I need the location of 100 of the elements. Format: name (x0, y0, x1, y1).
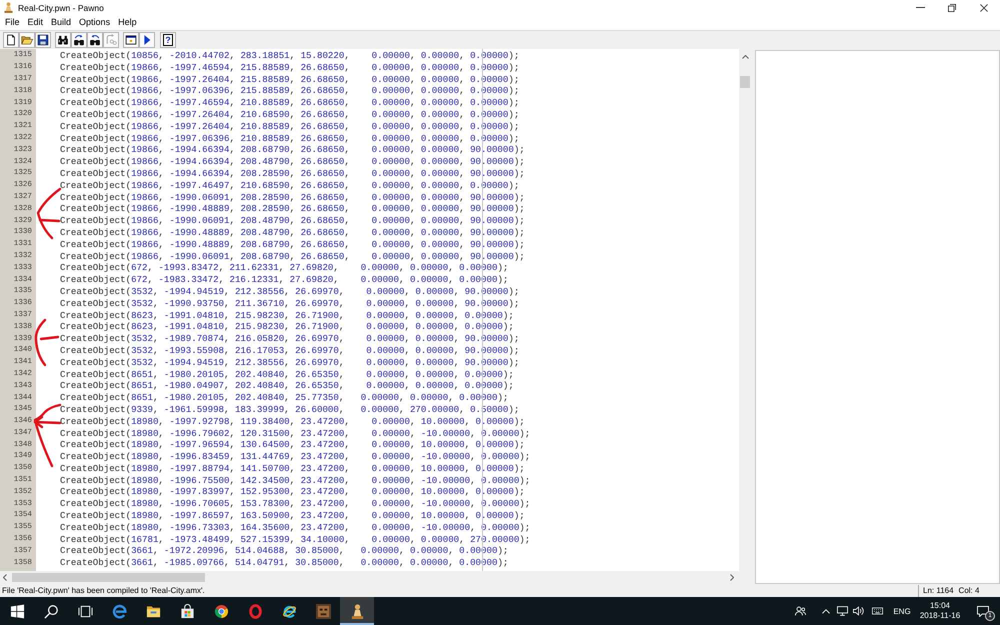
task-view-icon (78, 604, 92, 618)
code-line: CreateObject(18980, -1996.75500, 142.34500, 23.47200, 0.00000, -10.00000, 0.00000); (60, 474, 530, 486)
e-logo-icon (112, 604, 126, 618)
toolbar-button[interactable] (35, 32, 51, 48)
binoculars-arrow-icon (89, 34, 101, 46)
code-line: CreateObject(19866, -1997.46594, 210.88589, 26.68650, 0.00000, 0.00000, 0.00000); (60, 97, 520, 109)
code-line: CreateObject(672, -1993.83472, 211.62331, 27.69820, 0.00000, 0.00000, 0.00000); (60, 262, 508, 274)
column-position: Col: 4 (958, 586, 980, 595)
chevron-up-icon (822, 608, 830, 614)
code-line: CreateObject(19866, -1994.66394, 208.68790, 26.68650, 0.00000, 0.00000, 90.00000); (60, 144, 525, 156)
code-line: CreateObject(8623, -1991.04810, 215.98230, 26.71900, 0.00000, 0.00000, 0.00000); (60, 310, 514, 322)
binoculars-icon (57, 34, 69, 46)
code-line: CreateObject(19866, -1997.26404, 210.68590, 26.68650, 0.00000, 0.00000, 0.00000); (60, 108, 520, 121)
code-line: CreateObject(8623, -1991.04810, 215.98230, 26.71900, 0.00000, 0.00000, 0.00000); (60, 321, 514, 334)
line-position: Ln: 1164 (923, 586, 954, 595)
code-line: CreateObject(3532, -1990.93750, 211.36710, 26.69970, 0.00000, 0.00000, 90.00000); (60, 298, 520, 310)
scrollbar-thumb[interactable] (12, 573, 205, 582)
code-line: CreateObject(16781, -1973.48499, 527.15399, 34.10000, 0.00000, 0.00000, 270.00000); (60, 534, 530, 546)
menu-item[interactable]: Build (47, 16, 76, 29)
keyboard-icon (872, 606, 882, 616)
code-line: CreateObject(8651, -1980.04907, 202.40840, 26.65350, 0.00000, 0.00000, 0.00000); (60, 380, 514, 392)
toolbar-button[interactable] (3, 32, 19, 48)
segmented-circle-icon (214, 604, 228, 618)
hand-drawn-arrow (34, 404, 62, 468)
code-line: CreateObject(18980, -1996.70605, 153.78300, 23.47200, 0.00000, -10.00000, 0.00000); (60, 498, 530, 510)
code-line: CreateObject(19866, -1990.06091, 208.68790, 26.68650, 0.00000, 0.00000, 90.00000); (60, 250, 525, 262)
code-line: CreateObject(18980, -1996.83459, 131.44769, 23.47200, 0.00000, -10.00000, 0.00000); (60, 451, 530, 463)
language-indicator[interactable]: ENG (890, 597, 914, 625)
image-icon (316, 604, 330, 618)
code-line: CreateObject(19866, -1997.06396, 215.88589, 26.68650, 0.00000, 0.00000, 0.00000); (60, 85, 520, 98)
scroll-right-icon[interactable] (730, 574, 734, 581)
code-editor[interactable] (0, 49, 739, 571)
figure-icon (4, 2, 13, 13)
code-line: CreateObject(3532, -1994.94519, 212.38556, 26.69970, 0.00000, 0.00000, 90.00000); (60, 286, 520, 298)
code-line: CreateObject(10856, -2010.44702, 283.18851, 15.80220, 0.00000, 0.00000, 0.00000); (60, 50, 520, 62)
status-message: File 'Real-City.pwn' has been compiled to 'Real-City.amx'. (1, 586, 205, 595)
code-line: CreateObject(19866, -1997.46594, 215.88589, 26.68650, 0.00000, 0.00000, 0.00000); (60, 62, 520, 74)
menu-item[interactable]: File (1, 16, 24, 29)
toolbar-button[interactable] (19, 32, 35, 48)
code-line: CreateObject(8651, -1980.20105, 202.40840, 26.65350, 0.00000, 0.00000, 0.00000); (60, 368, 514, 380)
code-line: CreateObject(18980, -1997.96594, 130.64500, 23.47200, 0.00000, 10.00000, 0.00000); (60, 439, 525, 452)
curved-arrow-icon (105, 34, 117, 46)
scrollbar-thumb[interactable] (740, 76, 750, 88)
close-icon (980, 4, 988, 12)
taskbar-app[interactable] (340, 597, 374, 625)
folder-icon (21, 34, 33, 46)
toolbar-button[interactable] (55, 32, 71, 48)
code-line: CreateObject(19866, -1997.26404, 210.88589, 26.68650, 0.00000, 0.00000, 0.00000); (60, 120, 520, 133)
code-line: CreateObject(18980, -1997.88794, 141.50700, 23.47200, 0.00000, 10.00000, 0.00000); (60, 462, 525, 475)
toolbar-button[interactable] (139, 32, 155, 48)
menu-item[interactable]: Help (114, 16, 141, 29)
people-icon (794, 606, 806, 616)
folder-icon (146, 604, 160, 618)
code-line: CreateObject(19866, -1997.46497, 210.68590, 26.68650, 0.00000, 0.00000, 0.00000); (60, 180, 520, 192)
notification-icon[interactable] (977, 606, 989, 616)
restore-icon (948, 4, 956, 12)
minimize-icon (916, 7, 924, 8)
code-line: CreateObject(19866, -1997.26404, 215.88589, 26.68650, 0.00000, 0.00000, 0.00000); (60, 74, 520, 86)
code-line: CreateObject(18980, -1996.73303, 164.35600, 23.47200, 0.00000, -10.00000, 0.00000); (60, 522, 530, 534)
code-line: CreateObject(672, -1983.33472, 216.12331, 27.69820, 0.00000, 0.00000, 0.00000); (60, 274, 508, 286)
binoculars-arrow-icon (73, 34, 85, 46)
start-icon (10, 604, 24, 618)
code-line: CreateObject(19866, -1997.06396, 210.88589, 26.68650, 0.00000, 0.00000, 0.00000); (60, 132, 520, 144)
toolbar-button[interactable] (71, 32, 87, 48)
toolbar-button[interactable] (123, 32, 139, 48)
figure-icon (350, 604, 364, 618)
clock-time[interactable]: 15:04 (930, 601, 950, 611)
menu-item[interactable]: Options (75, 16, 114, 29)
search-icon (44, 604, 58, 618)
code-line: CreateObject(19866, -1990.06091, 208.28590, 26.68650, 0.00000, 0.00000, 90.00000); (60, 192, 525, 204)
code-line: CreateObject(19866, -1990.06091, 208.48790, 26.68650, 0.00000, 0.00000, 90.00000); (60, 215, 525, 227)
code-line: CreateObject(19866, -1990.48889, 208.28590, 26.68650, 0.00000, 0.00000, 90.00000); (60, 203, 525, 216)
code-line: CreateObject(3661, -1985.09766, 514.04791, 30.85000, 0.00000, 0.00000, 0.00000); (60, 557, 508, 570)
toolbar-button[interactable]: ? (160, 32, 176, 48)
network-icon (836, 606, 848, 616)
code-line: CreateObject(3532, -1993.55908, 216.17053, 26.69970, 0.00000, 0.00000, 90.00000); (60, 344, 520, 357)
code-line: CreateObject(3532, -1994.94519, 212.38556, 26.69970, 0.00000, 0.00000, 90.00000); (60, 356, 520, 369)
code-line: CreateObject(3661, -1972.20996, 514.04688, 30.85000, 0.00000, 0.00000, 0.00000); (60, 545, 508, 558)
code-line: CreateObject(8651, -1980.20105, 202.40840, 25.77350, 0.00000, 0.00000, 0.00000); (60, 392, 508, 404)
code-line: CreateObject(18980, -1997.83997, 152.95300, 23.47200, 0.00000, 10.00000, 0.00000); (60, 486, 525, 498)
clock-date[interactable]: 2018-11-16 (920, 611, 960, 621)
menu-item[interactable]: Edit (24, 16, 48, 29)
ring-icon (248, 604, 262, 618)
code-line: CreateObject(18980, -1996.79602, 120.31500, 23.47200, 0.00000, -10.00000, 0.00000); (60, 428, 530, 440)
code-line: CreateObject(19866, -1994.66394, 208.48790, 26.68650, 0.00000, 0.00000, 90.00000); (60, 156, 525, 168)
new-file-icon (5, 34, 17, 46)
code-line: CreateObject(9339, -1961.59998, 183.39999, 26.60000, 0.00000, 270.00000, 0.50000); (60, 404, 520, 416)
scroll-left-icon[interactable] (3, 574, 7, 581)
toolbar-button[interactable] (87, 32, 103, 48)
code-line: CreateObject(19866, -1994.66394, 208.28590, 26.68650, 0.00000, 0.00000, 90.00000); (60, 168, 525, 180)
volume-icon (852, 606, 864, 616)
e-ring-icon (282, 604, 296, 618)
window-title: Real-City.pwn - Pawno (18, 2, 104, 12)
scroll-up-icon[interactable] (742, 55, 748, 59)
shopping-bag-icon (180, 604, 194, 618)
code-line: CreateObject(3532, -1989.70874, 216.05820, 26.69970, 0.00000, 0.00000, 90.00000); (60, 333, 520, 345)
code-line: CreateObject(18980, -1997.92798, 119.38400, 23.47200, 0.00000, 10.00000, 0.00000); (60, 416, 525, 428)
code-line: CreateObject(18980, -1997.86597, 163.50900, 23.47200, 0.00000, 10.00000, 0.00000); (60, 510, 525, 522)
window-icon (125, 34, 137, 46)
code-line: CreateObject(19866, -1990.48889, 208.48790, 26.68650, 0.00000, 0.00000, 90.00000); (60, 226, 525, 239)
